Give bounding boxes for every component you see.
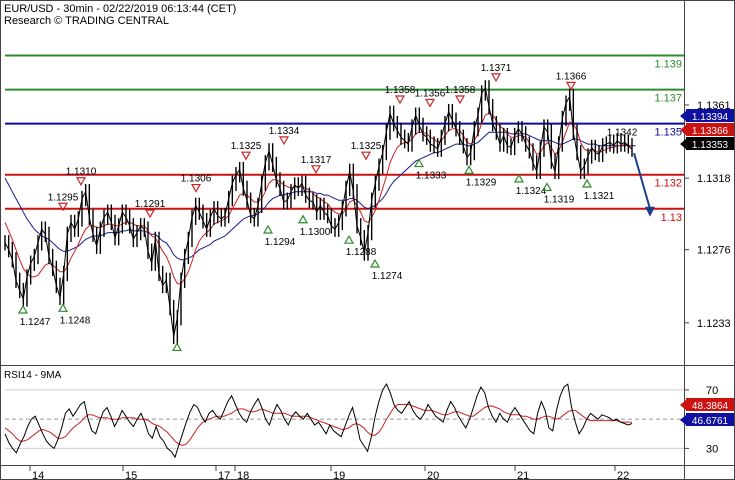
low-label: 1.1288 [346,247,377,258]
chart: 1.139 1.137 1.135 1.132 1.13 1.1310 1.1295 1.1… [0,0,735,480]
price-tag-label: 1.13353 [692,140,729,151]
y-tick-label: 1.1318 [697,173,731,185]
x-tick-label: 18 [237,470,249,480]
level-label: 1.13 [661,212,682,224]
price-tag-label: 1.13366 [692,126,729,137]
x-tick-label: 20 [427,470,439,480]
level-label: 1.132 [654,178,682,190]
low-label: 1.1333 [416,171,447,182]
high-label: 1.1325 [351,141,382,152]
chart-subtitle: Research © TRADING CENTRAL [4,15,169,27]
high-label: 1.1310 [66,167,97,178]
rsi-y-tick-label: 70 [706,385,718,397]
level-label: 1.135 [654,127,682,139]
x-tick-label: 14 [32,470,44,480]
low-label: 1.1247 [20,317,51,328]
low-label: 1.1329 [466,177,497,188]
x-tick-label: 21 [517,470,529,480]
low-label: 1.1319 [544,194,575,205]
high-label: 1.1334 [269,126,300,137]
low-label: 1.1248 [60,315,91,326]
high-label: 1.1306 [181,174,212,185]
rsi-tag-label: 48.3864 [692,401,729,412]
low-label: 1.1300 [300,227,331,238]
low-label: 1.1324 [516,186,547,197]
chart-title: EUR/USD - 30min - 02/22/2019 06:13:44 (C… [4,3,236,15]
price-tag-label: 1.13394 [692,112,729,123]
high-label: 1.1371 [481,63,512,74]
x-tick-label: 15 [125,470,137,480]
floating-label: 1.1342 [607,127,638,138]
high-label: 1.1356 [415,88,446,99]
low-label: 1.1274 [372,271,403,282]
y-tick-label: 1.1233 [697,318,731,330]
high-label: 1.1366 [556,71,587,82]
rsi-y-tick-label: 30 [706,443,718,455]
low-label: 1.1294 [265,237,296,248]
rsi-tag-label: 46.6761 [692,416,729,427]
high-label: 1.1325 [231,141,262,152]
rsi-title: RSI14 - 9MA [4,370,62,381]
x-tick-label: 17 [218,470,230,480]
level-label: 1.139 [654,59,682,71]
level-label: 1.137 [654,93,682,105]
high-label: 1.1295 [48,192,79,203]
high-label: 1.1358 [445,85,476,96]
high-label: 1.1291 [135,199,166,210]
x-tick-label: 19 [333,470,345,480]
high-label: 1.1358 [385,85,416,96]
low-label: 1.1321 [584,191,615,202]
x-tick-label: 22 [617,470,629,480]
y-tick-label: 1.1276 [697,245,731,257]
high-label: 1.1317 [301,155,332,166]
